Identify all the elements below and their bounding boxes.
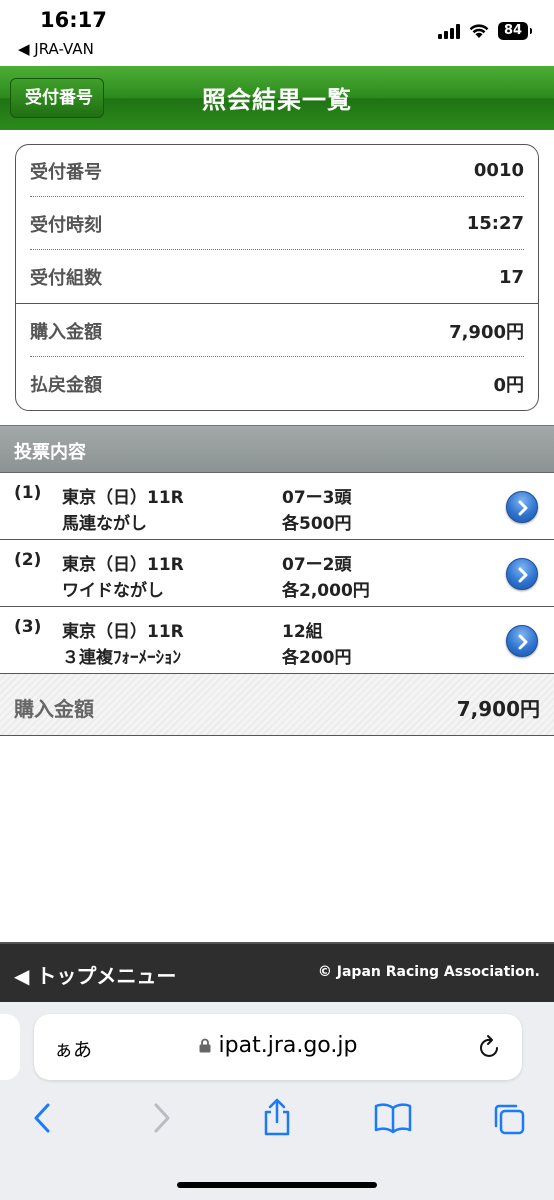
bet-combination: 07ー2頭 [282, 555, 352, 575]
total-row: 購入金額 7,900円 [0, 674, 554, 736]
summary-label: 受付番号 [30, 161, 102, 183]
bet-type: 馬連ながし [62, 514, 147, 534]
back-icon[interactable] [32, 1102, 54, 1134]
address-bar[interactable]: ぁあ ipat.jra.go.jp [34, 1014, 522, 1080]
share-icon[interactable] [260, 1098, 294, 1136]
bet-row[interactable]: (3) 東京（日）11R ３連複ﾌｫｰﾒｰｼｮﾝ 12組 各200円 [0, 607, 554, 674]
copyright-text: © Japan Racing Association. [317, 964, 540, 980]
bet-type: ワイドながし [62, 581, 164, 601]
summary-row-receipt-number: 受付番号 0010 [30, 145, 524, 197]
site-footer: ◀ トップメニュー © Japan Racing Association. [0, 942, 554, 1002]
lock-icon [199, 1038, 211, 1053]
home-indicator [177, 1182, 377, 1188]
bet-number: (1) [14, 483, 42, 503]
summary-row-payout-amount: 払戻金額 0円 [30, 358, 524, 410]
bet-number: (3) [14, 617, 42, 637]
section-header: 投票内容 [0, 425, 554, 473]
summary-value: 0010 [473, 160, 524, 181]
bet-amount: 各500円 [282, 514, 352, 534]
bet-number: (2) [14, 550, 42, 570]
reload-icon[interactable] [478, 1034, 502, 1060]
summary-label: 受付時刻 [30, 214, 102, 236]
summary-value: 7,900円 [449, 321, 524, 343]
page-header: 受付番号 照会結果一覧 [0, 66, 554, 130]
battery-icon: 84 [498, 22, 532, 40]
summary-label: 購入金額 [30, 321, 102, 343]
bet-race: 東京（日）11R [62, 488, 184, 508]
top-menu-link[interactable]: ◀ トップメニュー [14, 960, 176, 989]
total-label: 購入金額 [14, 697, 94, 721]
divider [16, 303, 538, 304]
browser-nav-bar [0, 1098, 554, 1144]
summary-row-receipt-time: 受付時刻 15:27 [30, 198, 524, 250]
bookmarks-icon[interactable] [374, 1102, 412, 1134]
chevron-right-circle-icon[interactable] [506, 625, 538, 657]
status-bar: 16:17 ◀ JRA-VAN 84 [0, 0, 554, 66]
tabs-icon[interactable] [492, 1102, 526, 1136]
bet-row[interactable]: (1) 東京（日）11R 馬連ながし 07ー3頭 各500円 [0, 473, 554, 540]
total-value: 7,900円 [456, 697, 540, 721]
bet-type: ３連複ﾌｫｰﾒｰｼｮﾝ [62, 648, 181, 668]
back-to-app-link[interactable]: ◀ JRA-VAN [18, 40, 94, 58]
chevron-right-circle-icon[interactable] [506, 558, 538, 590]
summary-row-bet-count: 受付組数 17 [30, 251, 524, 303]
bet-combination: 07ー3頭 [282, 488, 352, 508]
wifi-icon [469, 24, 489, 38]
status-indicators: 84 [438, 22, 532, 40]
browser-toolbar: ぁあ ipat.jra.go.jp [0, 1002, 554, 1200]
summary-value: 17 [498, 266, 524, 288]
summary-card: 受付番号 0010 受付時刻 15:27 受付組数 17 購入金額 7,900円… [15, 144, 539, 411]
bet-amount: 各200円 [282, 648, 352, 668]
section-title: 投票内容 [14, 442, 86, 463]
summary-label: 受付組数 [30, 268, 102, 289]
bet-race: 東京（日）11R [62, 555, 184, 575]
summary-value: 15:27 [466, 213, 524, 234]
previous-tab-preview[interactable] [0, 1014, 20, 1080]
summary-label: 払戻金額 [30, 375, 102, 396]
bet-amount: 各2,000円 [282, 581, 370, 601]
summary-value: 0円 [493, 375, 524, 396]
bet-race: 東京（日）11R [62, 622, 184, 642]
url-display[interactable]: ipat.jra.go.jp [34, 1033, 522, 1058]
page-title: 照会結果一覧 [202, 86, 352, 114]
chevron-right-circle-icon[interactable] [506, 491, 538, 523]
url-text: ipat.jra.go.jp [218, 1033, 358, 1058]
cellular-signal-icon [438, 23, 460, 39]
bet-combination: 12組 [282, 622, 323, 642]
status-time: 16:17 [40, 8, 107, 32]
summary-row-purchase-amount: 購入金額 7,900円 [30, 305, 524, 357]
forward-icon[interactable] [150, 1102, 172, 1134]
bet-row[interactable]: (2) 東京（日）11R ワイドながし 07ー2頭 各2,000円 [0, 540, 554, 607]
